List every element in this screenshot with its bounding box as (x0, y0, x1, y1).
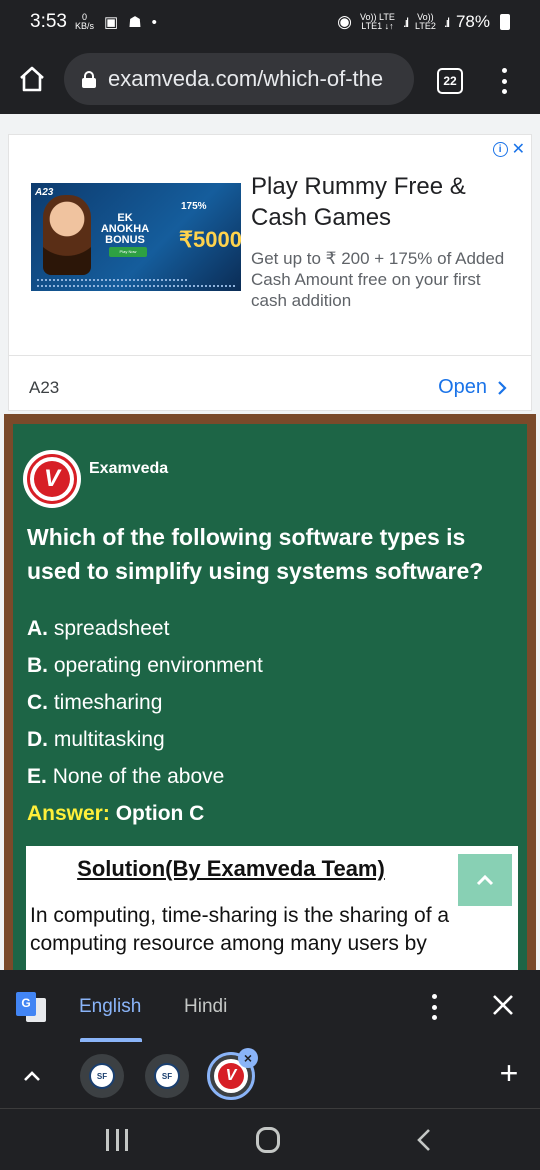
recent-apps-icon[interactable] (106, 1129, 128, 1151)
ad-divider (9, 355, 531, 356)
ad-description: Get up to ₹ 200 + 175% of Added Cash Amo… (251, 249, 505, 310)
more-notifications-icon: • (151, 13, 157, 31)
lock-icon (82, 71, 96, 88)
back-icon[interactable] (412, 1127, 438, 1153)
ad-fine-print (37, 279, 187, 281)
ad-close-icon[interactable]: ✕ (512, 139, 525, 159)
solution-box: Solution(By Examveda Team) In computing,… (26, 846, 518, 970)
expand-tabs-icon[interactable] (20, 1064, 44, 1088)
solution-text: In computing, time-sharing is the sharin… (30, 904, 450, 955)
lte1-indicator: Vo)) LTE LTE1 ↓↑ (360, 12, 395, 31)
ad-info-icon[interactable]: i (492, 141, 508, 157)
brand: V Examveda (23, 450, 168, 508)
signal1-icon: .ıl (402, 14, 409, 30)
system-navigation-bar (0, 1108, 540, 1170)
tab-favicon[interactable]: SF (80, 1054, 124, 1098)
option-a[interactable]: A. spreadsheet (27, 612, 263, 649)
question-text: Which of the following software types is… (27, 524, 484, 584)
dot-icon (501, 89, 507, 94)
ad-image[interactable]: A23 EK ANOKHA BONUS Play Now 175% ₹5000 (31, 183, 241, 291)
ad-model-image (43, 195, 91, 275)
ad-advertiser: A23 (29, 378, 60, 397)
options-list: A. spreadsheet B. operating environment … (27, 612, 263, 834)
ad-fine-print (37, 285, 235, 287)
solution-title: Solution(By Examveda Team) (77, 856, 385, 881)
url-text: examveda.com/which-of-the (108, 66, 384, 91)
dot-icon (501, 68, 507, 73)
option-e[interactable]: E. None of the above (27, 760, 263, 797)
option-b[interactable]: B. operating environment (27, 649, 263, 686)
question-card: V Examveda Which of the following softwa… (4, 414, 536, 970)
battery-icon (500, 14, 510, 30)
google-translate-icon: G (16, 992, 46, 1022)
battery-percent: 78% (455, 12, 490, 31)
scroll-to-top-button[interactable] (458, 854, 512, 906)
answer-label: Answer: (27, 802, 110, 825)
option-d[interactable]: D. multitasking (27, 723, 263, 760)
home-button[interactable] (0, 44, 64, 114)
ad-open-button[interactable]: Open (438, 376, 507, 399)
ad-title[interactable]: Play Rummy Free & Cash Games (251, 171, 521, 233)
selected-language-indicator (80, 1038, 142, 1042)
language-tab-hindi[interactable]: Hindi (184, 996, 227, 1018)
ad-banner[interactable]: i ✕ A23 EK ANOKHA BONUS Play Now 175% ₹5… (8, 134, 532, 411)
notification-icon: ☗ (128, 14, 142, 31)
translate-close-icon[interactable] (490, 992, 516, 1018)
answer: Answer: Option C (27, 797, 263, 834)
browser-menu-button[interactable] (492, 64, 516, 98)
ad-bonus-text: EK ANOKHA BONUS (100, 212, 150, 246)
close-tab-icon[interactable]: × (238, 1048, 258, 1068)
status-time: 3:53 (30, 11, 67, 32)
browser-toolbar: examveda.com/which-of-the 22 (0, 44, 540, 114)
web-page[interactable]: i ✕ A23 EK ANOKHA BONUS Play Now 175% ₹5… (0, 114, 540, 970)
ad-choices[interactable]: i ✕ (492, 139, 525, 159)
gallery-icon: ▣ (104, 14, 119, 31)
home-nav-icon[interactable] (256, 1127, 280, 1153)
ad-logo: A23 (35, 187, 54, 198)
tab-favicon[interactable]: SF (145, 1054, 189, 1098)
examveda-logo: V (23, 450, 81, 508)
lte2-indicator: Vo)) LTE2 (415, 12, 436, 31)
option-c[interactable]: C. timesharing (27, 686, 263, 723)
network-speed: 0 KB/s (74, 12, 94, 31)
tab-switcher-button[interactable]: 22 (437, 68, 463, 94)
ad-open-label: Open (438, 376, 487, 398)
ad-play-button: Play Now (109, 247, 147, 257)
home-icon (20, 66, 44, 92)
chevron-up-icon (476, 874, 494, 886)
address-bar[interactable]: examveda.com/which-of-the (64, 53, 414, 105)
translate-bar: G English Hindi (0, 970, 540, 1044)
question-board: V Examveda Which of the following softwa… (13, 424, 527, 970)
dot-icon (431, 1004, 437, 1010)
ad-amount: ₹5000 (179, 227, 241, 252)
dot-icon (431, 1015, 437, 1020)
answer-value: Option C (115, 802, 205, 825)
signal2-icon: .ıl (443, 14, 450, 30)
dot-icon (431, 994, 437, 999)
translate-menu-button[interactable] (430, 994, 438, 1020)
dot-icon (501, 78, 507, 84)
tab-strip: SF SF V × + (0, 1044, 540, 1108)
status-bar: 3:53 0 KB/s ▣ ☗ • ◉ Vo)) LTE LTE1 ↓↑ .ıl… (0, 0, 540, 44)
brand-name: Examveda (89, 460, 169, 477)
hotspot-icon: ◉ (337, 12, 353, 31)
ad-percent: 175% (181, 201, 207, 212)
chevron-right-icon (498, 380, 507, 395)
new-tab-icon[interactable]: + (496, 1057, 522, 1089)
language-tab-english[interactable]: English (79, 996, 141, 1018)
